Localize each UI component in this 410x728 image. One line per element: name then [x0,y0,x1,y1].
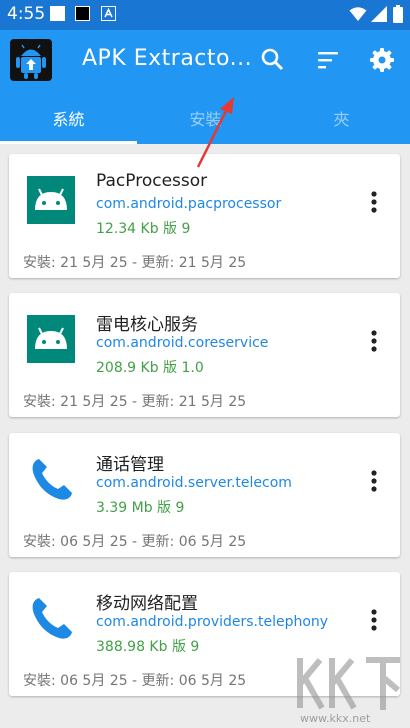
wifi-icon [349,7,367,21]
app-package: com.android.coreservice [96,335,269,351]
tab-folder[interactable]: 夾 [273,106,410,130]
app-card[interactable]: 雷电核心服务 com.android.coreservice 208.9 Kb … [9,293,400,417]
settings-gear-icon[interactable] [364,42,400,78]
app-title: APK Extracto... [82,46,253,71]
app-card[interactable]: PacProcessor com.android.pacprocessor 12… [9,154,400,278]
app-name: 移动网络配置 [96,594,198,614]
app-name: PacProcessor [96,171,208,191]
app-dates: 安裝: 06 5月 25 - 更新: 06 5月 25 [23,534,247,550]
app-size-version: 3.39 Mb 版 9 [96,500,185,516]
watermark-url: www.kkx.net [300,712,371,725]
app-logo-icon [10,39,52,81]
app-size-version: 388.98 Kb 版 9 [96,639,200,655]
app-size-version: 208.9 Kb 版 1.0 [96,360,204,376]
app-size-version: 12.34 Kb 版 9 [96,221,191,237]
signal-icon [371,6,387,22]
app-package: com.android.providers.telephony [96,614,329,630]
notification-icon [101,6,116,21]
app-dates: 安裝: 21 5月 25 - 更新: 21 5月 25 [23,255,247,271]
app-name: 通话管理 [96,455,164,475]
more-options-icon[interactable] [363,606,385,634]
app-dates: 安裝: 06 5月 25 - 更新: 06 5月 25 [23,673,247,689]
tab-indicator [0,141,137,144]
app-package: com.android.pacprocessor [96,196,282,212]
more-options-icon[interactable] [363,188,385,216]
app-card[interactable]: 通话管理 com.android.server.telecom 3.39 Mb … [9,433,400,557]
app-name: 雷电核心服务 [96,315,198,335]
more-options-icon[interactable] [363,467,385,495]
battery-icon [393,5,403,23]
phone-icon [32,598,72,639]
more-options-icon[interactable] [363,327,385,355]
android-icon [27,315,75,363]
sort-icon[interactable] [310,42,346,78]
search-icon[interactable] [255,42,291,78]
annotation-arrow [196,97,234,168]
phone-icon [32,459,72,500]
android-icon [27,176,75,224]
app-package: com.android.server.telecom [96,475,292,491]
tab-system[interactable]: 系統 [0,106,137,130]
notification-icon [50,6,65,21]
notification-icon [75,6,90,21]
status-bar: 4:55 [0,0,410,30]
app-dates: 安裝: 21 5月 25 - 更新: 21 5月 25 [23,394,247,410]
app-bar: APK Extracto... [0,30,410,90]
status-time: 4:55 [7,4,46,24]
